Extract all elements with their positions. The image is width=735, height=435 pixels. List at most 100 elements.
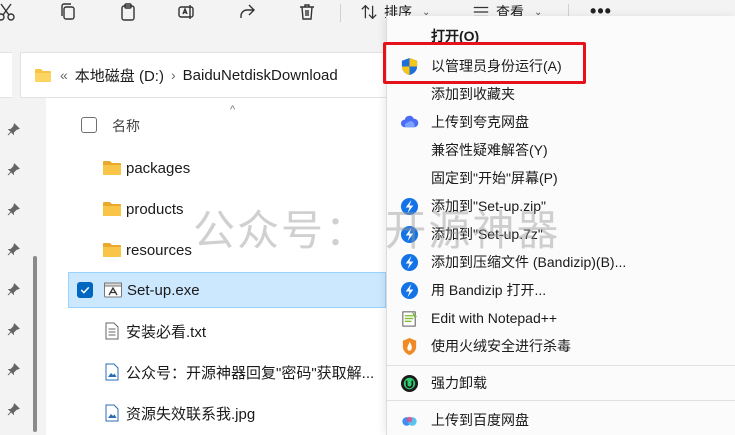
menu-item-add-zip[interactable]: 添加到"Set-up.zip": [387, 192, 735, 219]
file-name: resources: [126, 241, 192, 259]
context-menu: 打开(O) 以管理员身份运行(A) 添加到收藏夹 上传到夸克网盘 兼容性疑难解答…: [386, 16, 735, 435]
pin-icon: [6, 242, 20, 256]
cut-icon[interactable]: [0, 0, 20, 24]
menu-item-run-as-admin[interactable]: 以管理员身份运行(A): [387, 52, 735, 79]
copy-icon[interactable]: [54, 0, 82, 24]
bandizip-icon: [399, 196, 419, 216]
bandizip-icon: [399, 280, 419, 300]
file-row-set-up-exe[interactable]: Set-up.exe: [68, 272, 386, 308]
menu-item-compat-troubleshoot[interactable]: 兼容性疑难解答(Y): [387, 136, 735, 163]
file-row-txt[interactable]: 安装必看.txt: [68, 313, 386, 349]
file-row-jpg[interactable]: 资源失效联系我.jpg: [68, 395, 386, 431]
breadcrumb-drive[interactable]: 本地磁盘 (D:): [75, 65, 164, 86]
toolbar-separator: [340, 4, 341, 22]
menu-item-label: 添加到收藏夹: [431, 85, 515, 102]
breadcrumb-folder[interactable]: BaiduNetdiskDownload: [183, 67, 338, 84]
menu-item-label: 固定到"开始"屏幕(P): [431, 169, 558, 186]
menu-item-label: 上传到夸克网盘: [431, 113, 529, 130]
menu-item-edit-notepadpp[interactable]: Edit with Notepad++: [387, 304, 735, 331]
navigation-pane: [0, 98, 46, 435]
image-file-icon: [102, 403, 126, 423]
uninstall-icon: [399, 373, 419, 393]
pin-icon: [6, 162, 20, 176]
row-checkbox-slot[interactable]: [76, 160, 102, 176]
file-name: 资源失效联系我.jpg: [126, 405, 256, 423]
sort-ascending-icon: ^: [230, 104, 236, 116]
sort-icon: [361, 4, 377, 20]
rename-icon[interactable]: [172, 0, 200, 24]
text-file-icon: [102, 321, 126, 341]
menu-item-open[interactable]: 打开(O): [387, 22, 735, 49]
menu-item-label: 添加到压缩文件 (Bandizip)(B)...: [431, 253, 627, 270]
row-checkbox-slot[interactable]: [76, 201, 102, 217]
menu-item-label: 以管理员身份运行(A): [431, 57, 562, 74]
row-checkbox[interactable]: [77, 282, 103, 298]
pin-icon: [6, 322, 20, 336]
menu-item-huorong-scan[interactable]: 使用火绒安全进行杀毒: [387, 332, 735, 359]
folder-icon: [102, 158, 126, 178]
menu-item-label: 添加到"Set-up.zip": [431, 197, 546, 214]
address-bar[interactable]: « 本地磁盘 (D:) › BaiduNetdiskDownload: [20, 52, 386, 98]
menu-item-add-to-favorites[interactable]: 添加到收藏夹: [387, 80, 735, 107]
bandizip-icon: [399, 252, 419, 272]
file-list: 名称 ^ packages products resources Set-up.…: [46, 98, 386, 435]
file-name: 安装必看.txt: [126, 323, 207, 341]
folder-icon: [102, 199, 126, 219]
file-name: 公众号：开源神器回复"密码"获取解...: [126, 364, 375, 382]
bandizip-icon: [399, 224, 419, 244]
menu-separator: [387, 400, 735, 401]
file-name: packages: [126, 159, 191, 177]
breadcrumb-separator[interactable]: ›: [171, 67, 176, 83]
menu-item-upload-quark[interactable]: 上传到夸克网盘: [387, 108, 735, 135]
file-row-packages[interactable]: packages: [68, 150, 386, 186]
menu-item-add-7z[interactable]: 添加到"Set-up.7z": [387, 220, 735, 247]
select-all-checkbox[interactable]: [81, 117, 97, 133]
pin-icon: [6, 362, 20, 376]
baidu-cloud-icon: [399, 410, 419, 430]
pin-icon: [6, 402, 20, 416]
menu-item-label: 上传到百度网盘: [431, 411, 529, 428]
image-file-icon: [102, 362, 126, 382]
menu-item-label: 添加到"Set-up.7z": [431, 225, 543, 242]
quark-cloud-icon: [399, 112, 419, 132]
folder-icon: [102, 240, 126, 260]
folder-icon: [35, 68, 51, 82]
menu-item-label: 使用火绒安全进行杀毒: [431, 337, 571, 354]
notepadpp-icon: [399, 308, 419, 328]
share-icon[interactable]: [233, 0, 261, 24]
menu-item-label: 打开(O): [431, 27, 480, 44]
row-checkbox-slot[interactable]: [76, 242, 102, 258]
menu-item-label: 强力卸载: [431, 374, 487, 391]
huorong-icon: [399, 336, 419, 356]
menu-item-open-with-bandizip[interactable]: 用 Bandizip 打开...: [387, 276, 735, 303]
pin-icon: [6, 282, 20, 296]
menu-item-upload-baidu[interactable]: 上传到百度网盘: [387, 406, 735, 433]
delete-icon[interactable]: [293, 0, 321, 24]
row-checkbox-slot[interactable]: [76, 405, 102, 421]
file-row-resources[interactable]: resources: [68, 232, 386, 268]
address-bar-left-edge: [0, 52, 12, 98]
row-checkbox-slot[interactable]: [76, 323, 102, 339]
menu-item-label: Edit with Notepad++: [431, 309, 558, 326]
menu-item-label: 用 Bandizip 打开...: [431, 281, 547, 298]
file-name: Set-up.exe: [127, 281, 200, 299]
pin-icon: [6, 202, 20, 216]
executable-icon: [103, 280, 127, 300]
pin-icon: [6, 122, 20, 136]
breadcrumb-overflow[interactable]: «: [60, 67, 68, 83]
uac-shield-icon: [399, 56, 419, 76]
column-header: 名称 ^: [46, 98, 386, 154]
menu-item-add-archive-bandizip[interactable]: 添加到压缩文件 (Bandizip)(B)...: [387, 248, 735, 275]
nav-scrollbar[interactable]: [33, 256, 37, 432]
menu-item-label: 兼容性疑难解答(Y): [431, 141, 548, 158]
file-name: products: [126, 200, 184, 218]
name-column-header[interactable]: 名称: [112, 116, 140, 136]
file-row-image[interactable]: 公众号：开源神器回复"密码"获取解...: [68, 354, 386, 390]
row-checkbox-slot[interactable]: [76, 364, 102, 380]
paste-icon[interactable]: [114, 0, 142, 24]
menu-item-pin-to-start[interactable]: 固定到"开始"屏幕(P): [387, 164, 735, 191]
checkmark-icon: [77, 282, 93, 298]
file-row-products[interactable]: products: [68, 191, 386, 227]
menu-separator: [387, 365, 735, 366]
menu-item-force-uninstall[interactable]: 强力卸载: [387, 369, 735, 396]
